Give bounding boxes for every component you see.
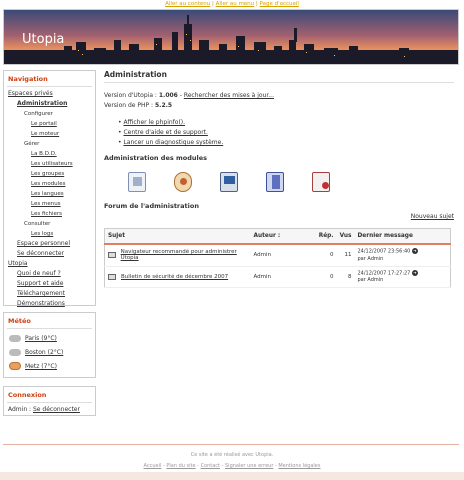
cloud-icon: [9, 334, 21, 342]
topic-author: Admin: [250, 244, 311, 267]
topic-replies: 0: [310, 266, 337, 288]
col-author: Auteur :: [250, 228, 311, 245]
nav-portail[interactable]: Le portail: [4, 119, 95, 129]
weather-city-paris: Paris (9°C): [4, 331, 95, 345]
book-module-icon[interactable]: [266, 172, 284, 192]
document-module-icon[interactable]: [312, 172, 330, 192]
picture-module-icon[interactable]: [128, 172, 146, 192]
table-row: Bulletin de sécurité de décembre 2007 Ad…: [104, 266, 451, 288]
sun-cloud-icon: [9, 362, 21, 370]
navigation-panel: Navigation Espaces privés Administration…: [3, 70, 96, 309]
city-skyline-image: [4, 10, 458, 64]
music-module-icon[interactable]: [174, 172, 192, 192]
envelope-icon: [108, 252, 116, 259]
new-subject-link[interactable]: Nouveau sujet: [104, 213, 454, 220]
footer-link-contact[interactable]: Contact: [201, 463, 220, 469]
nav-modules[interactable]: Les modules: [4, 179, 95, 189]
col-replies: Rép.: [310, 228, 337, 245]
module-icons: [128, 170, 454, 194]
topic-author: Admin: [250, 266, 311, 288]
last-message-author: par Admin: [357, 277, 384, 283]
modules-heading: Administration des modules: [104, 154, 208, 162]
weather-link-metz[interactable]: Metz (7°C): [25, 363, 57, 370]
utopia-version: 1.006: [158, 92, 178, 99]
nav-langues[interactable]: Les langues: [4, 189, 95, 199]
footer-credit: Ce site a été réalisé avec Utopia.: [190, 452, 274, 458]
go-to-message-icon[interactable]: ➜: [411, 248, 418, 254]
nav-utopia[interactable]: Utopia: [4, 259, 95, 269]
nav-administration[interactable]: Administration: [4, 99, 95, 109]
last-message-author: par Admin: [357, 255, 384, 262]
col-views: Vus: [336, 228, 355, 245]
nav-logs[interactable]: Les logs: [4, 229, 95, 239]
forum-heading: Forum de l'administration: [104, 202, 199, 210]
nav-support[interactable]: Support et aide: [4, 279, 95, 289]
connected-user: Admin :: [8, 406, 32, 413]
nav-consulter-label: Consulter: [24, 221, 51, 227]
nav-gerer-label: Gérer: [24, 141, 40, 147]
computer-module-icon[interactable]: [220, 172, 238, 192]
help-center-link[interactable]: Centre d'aide et de support.: [123, 129, 207, 136]
envelope-icon: [108, 273, 116, 280]
go-to-message-icon[interactable]: ➜: [411, 269, 418, 276]
footer-divider: [3, 444, 459, 445]
footer-link-sitemap[interactable]: Plan du site: [166, 463, 195, 469]
nav-bdd[interactable]: La B.D.D.: [4, 149, 95, 159]
phpinfo-link[interactable]: Afficher le phpinfo().: [123, 119, 185, 126]
nav-configurer-label: Configurer: [24, 111, 53, 117]
check-updates-link[interactable]: Rechercher des mises à jour...: [184, 92, 274, 99]
cloud-icon: [9, 348, 21, 356]
nav-utilisateurs[interactable]: Les utilisateurs: [4, 159, 95, 169]
home-page-link[interactable]: Page d'accueil: [260, 1, 299, 7]
nav-espace-personnel[interactable]: Espace personnel: [4, 239, 95, 249]
page-title: Administration: [104, 70, 454, 83]
nav-quoi-de-neuf[interactable]: Quoi de neuf ?: [4, 269, 95, 279]
forum-table: Sujet Auteur : Rép. Vus Dernier message …: [104, 228, 451, 288]
main-content: Administration Version d'Utopia : 1.006 …: [104, 70, 454, 288]
nav-telechargement[interactable]: Téléchargement: [4, 289, 95, 299]
connection-panel: Connexion Admin : Se déconnecter: [3, 386, 96, 416]
topic-link[interactable]: Bulletin de sécurité de décembre 2007: [121, 274, 228, 280]
nav-fichiers[interactable]: Les fichiers: [4, 209, 95, 219]
table-row: Navigateur recommandé pour administrer U…: [104, 244, 451, 267]
weather-heading: Météo: [8, 317, 31, 325]
nav-moteur[interactable]: Le moteur: [4, 129, 95, 139]
weather-link-boston[interactable]: Boston (2°C): [25, 349, 63, 356]
skip-links: Aller au contenu | Aller au menu | Page …: [165, 1, 299, 7]
skip-to-content-link[interactable]: Aller au contenu: [165, 1, 210, 7]
topic-views: 11: [336, 244, 355, 267]
topic-replies: 0: [310, 244, 337, 267]
weather-link-paris[interactable]: Paris (9°C): [25, 335, 57, 342]
weather-panel: Météo Paris (9°C) Boston (2°C) Metz (7°C…: [3, 312, 96, 378]
bottom-bar: [0, 472, 464, 480]
nav-demonstrations[interactable]: Démonstrations: [4, 299, 95, 309]
logout-link[interactable]: Se déconnecter: [33, 406, 80, 413]
nav-menus[interactable]: Les menus: [4, 199, 95, 209]
weather-city-boston: Boston (2°C): [4, 345, 95, 359]
nav-se-deconnecter[interactable]: Se déconnecter: [4, 249, 95, 259]
nav-espaces-prives[interactable]: Espaces privés: [4, 89, 95, 99]
skip-to-menu-link[interactable]: Aller au menu: [216, 1, 255, 7]
site-title: Utopia: [22, 32, 65, 47]
diagnostic-link[interactable]: Lancer un diagnostique système.: [123, 139, 223, 146]
col-last-message: Dernier message: [354, 228, 451, 245]
weather-city-metz: Metz (7°C): [4, 359, 95, 373]
admin-links: Afficher le phpinfo(). Centre d'aide et …: [118, 118, 454, 148]
php-version: 5.2.5: [154, 102, 173, 109]
col-subject: Sujet: [104, 228, 251, 245]
topic-link[interactable]: Navigateur recommandé pour administrer U…: [121, 249, 248, 261]
nav-groupes[interactable]: Les groupes: [4, 169, 95, 179]
navigation-heading: Navigation: [8, 75, 48, 83]
last-message-date: 24/12/2007 23:56:40: [357, 248, 411, 255]
header-banner: Utopia: [3, 9, 459, 65]
topic-views: 8: [336, 266, 355, 288]
connection-heading: Connexion: [8, 391, 47, 399]
footer: Ce site a été réalisé avec Utopia. Accue…: [0, 450, 464, 472]
footer-link-legal[interactable]: Mentions légales: [278, 463, 320, 469]
footer-link-report-error[interactable]: Signaler une erreur: [225, 463, 273, 469]
last-message-date: 24/12/2007 17:27:27: [357, 270, 411, 276]
footer-link-home[interactable]: Accueil: [144, 463, 162, 469]
